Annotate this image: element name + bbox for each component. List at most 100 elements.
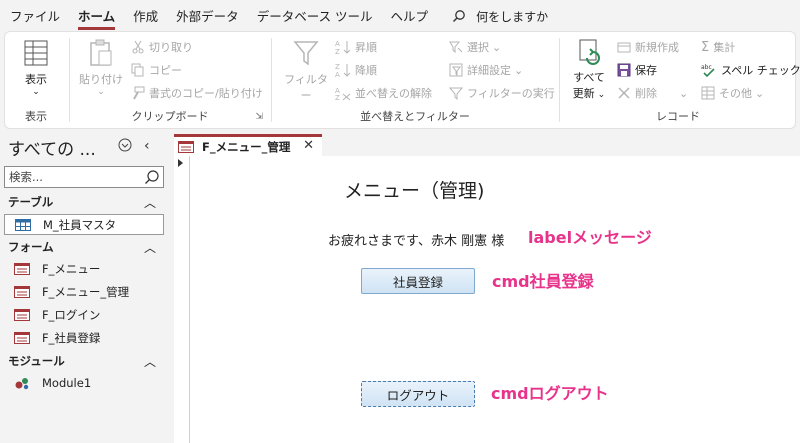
format-painter-label: 書式のコピー/貼り付け (149, 87, 263, 100)
delete-button[interactable]: 削除 ⌄ (617, 83, 688, 103)
nav-item-label: M_社員マスタ (43, 217, 117, 232)
format-painter-button[interactable]: 書式のコピー/貼り付け (131, 83, 263, 103)
new-record-icon (617, 42, 631, 53)
refresh-label-line1: すべて (573, 71, 605, 84)
nav-item-form[interactable]: F_メニュー_管理 (4, 281, 164, 302)
nav-item-table[interactable]: M_社員マスタ (4, 214, 164, 235)
nav-section-modules[interactable]: モジュール ︿ (0, 352, 170, 370)
filter-label: フィルター (284, 73, 328, 102)
delete-icon (618, 87, 630, 99)
clipboard-group-label: クリップボード (131, 110, 209, 123)
new-record-label: 新規作成 (635, 41, 679, 54)
record-selector[interactable] (174, 156, 190, 443)
menu-tab-help[interactable]: ヘルプ (391, 0, 429, 32)
advanced-filter-label: 詳細設定 (467, 64, 511, 77)
tell-me-label: 何をしますか (476, 9, 549, 24)
nav-item-label: Module1 (42, 375, 92, 390)
save-icon (617, 63, 631, 77)
chevron-down-icon: ⌄ (492, 40, 502, 54)
close-icon[interactable]: ✕ (303, 138, 314, 153)
filter-button[interactable]: フィルター (281, 38, 331, 103)
nav-section-forms[interactable]: フォーム ︿ (0, 238, 170, 256)
more-button[interactable]: その他 ⌄ (701, 83, 764, 103)
toggle-filter-button[interactable]: フィルターの実行 (449, 83, 555, 103)
svg-text:A: A (335, 40, 340, 48)
chevron-down-icon: ⌄ (32, 87, 40, 97)
totals-button[interactable]: Σ 集計 (701, 37, 735, 57)
totals-label: 集計 (713, 41, 736, 54)
spelling-label: スペル チェック (721, 64, 800, 77)
logout-button[interactable]: ログアウト (361, 381, 475, 407)
nav-pane-title[interactable]: すべての ... (8, 135, 96, 160)
nav-item-label: F_社員登録 (42, 330, 101, 345)
menu-tab-home[interactable]: ホーム (78, 0, 116, 32)
nav-search-input[interactable]: 検索... (4, 166, 164, 188)
more-label: その他 (719, 87, 752, 100)
copy-icon (131, 63, 144, 77)
sort-ascending-label: 昇順 (355, 41, 377, 54)
tell-me-box[interactable]: 何をしますか (452, 8, 548, 25)
chevron-down-icon: ⌄ (594, 90, 606, 100)
chevron-up-icon: ︿ (143, 355, 156, 369)
spelling-button[interactable]: abc スペル チェック (701, 60, 800, 80)
nav-item-module[interactable]: Module1 (4, 372, 164, 393)
clipboard-group: 貼り付け ⌄ 切り取り コピー 書式のコピー/貼り付け クリップボード ⇲ (71, 32, 269, 128)
dialog-launcher-icon[interactable]: ⇲ (255, 112, 263, 122)
menu-bar: ファイル ホーム 作成 外部データ データベース ツール ヘルプ 何をしますか (0, 0, 800, 32)
nav-dropdown-icon[interactable] (118, 138, 132, 152)
save-button[interactable]: 保存 (617, 60, 657, 80)
module-icon (15, 377, 29, 389)
chevron-down-icon: ⌄ (97, 87, 105, 97)
menu-tab-create[interactable]: 作成 (133, 0, 158, 32)
sort-ascending-button[interactable]: AZ 昇順 (335, 37, 377, 57)
view-button[interactable]: 表示 ⌄ (15, 38, 57, 97)
message-label: お疲れさまです、赤木 剛憲 様 (328, 234, 505, 249)
selection-button[interactable]: 選択 ⌄ (449, 37, 501, 57)
sort-descending-icon: ZA (335, 63, 351, 78)
sort-descending-label: 降順 (355, 64, 377, 77)
svg-text:Z: Z (335, 48, 340, 55)
paste-button[interactable]: 貼り付け ⌄ (79, 38, 123, 97)
collapse-chevron-icon[interactable]: ‹ (144, 138, 150, 154)
sort-descending-button[interactable]: ZA 降順 (335, 60, 377, 80)
view-group: 表示 ⌄ 表示 (5, 32, 67, 128)
separator (559, 38, 560, 122)
record-pointer-icon (178, 159, 183, 167)
chevron-up-icon: ︿ (143, 196, 156, 210)
chevron-down-icon: ⌄ (679, 86, 689, 100)
menu-tab-external-data[interactable]: 外部データ (176, 0, 239, 32)
form-icon (14, 331, 30, 344)
register-employee-button[interactable]: 社員登録 (361, 268, 475, 294)
nav-item-label: F_メニュー (42, 261, 101, 276)
navigation-pane: すべての ... ‹ 検索... テーブル ︿ M_社員マスタ フォーム ︿ F… (0, 131, 170, 443)
sort-filter-group: フィルター AZ 昇順 ZA 降順 AZ 並べ替えの解除 選択 ⌄ 詳細設定 ⌄… (273, 32, 557, 128)
svg-text:A: A (335, 71, 340, 78)
form-icon (178, 140, 194, 153)
document-tab[interactable]: F_メニュー_管理 ✕ (174, 134, 322, 156)
annotation-register-label: cmd社員登録 (492, 272, 594, 291)
chevron-down-icon: ⌄ (755, 86, 765, 100)
nav-section-label: フォーム (8, 240, 54, 254)
refresh-icon (579, 39, 600, 65)
menu-tab-file[interactable]: ファイル (10, 0, 60, 32)
form-icon (14, 285, 30, 298)
copy-button[interactable]: コピー (131, 60, 182, 80)
toggle-filter-label: フィルターの実行 (467, 87, 555, 100)
nav-item-form[interactable]: F_社員登録 (4, 327, 164, 348)
copy-label: コピー (149, 64, 182, 77)
refresh-all-button[interactable]: すべて 更新 ⌄ (567, 38, 611, 101)
search-icon[interactable] (144, 169, 160, 185)
svg-text:Z: Z (335, 94, 340, 101)
delete-label: 削除 (635, 87, 657, 100)
advanced-filter-button[interactable]: 詳細設定 ⌄ (449, 60, 523, 80)
form-title: メニュー（管理) (344, 180, 485, 202)
nav-item-form[interactable]: F_ログイン (4, 304, 164, 325)
cut-button[interactable]: 切り取り (131, 37, 193, 57)
paste-icon (90, 39, 112, 66)
remove-sort-button[interactable]: AZ 並べ替えの解除 (335, 83, 432, 103)
nav-item-label: F_メニュー_管理 (42, 284, 130, 299)
nav-item-form[interactable]: F_メニュー (4, 258, 164, 279)
menu-tab-database-tools[interactable]: データベース ツール (257, 0, 373, 32)
nav-section-tables[interactable]: テーブル ︿ (0, 193, 170, 211)
new-record-button[interactable]: 新規作成 (617, 37, 679, 57)
